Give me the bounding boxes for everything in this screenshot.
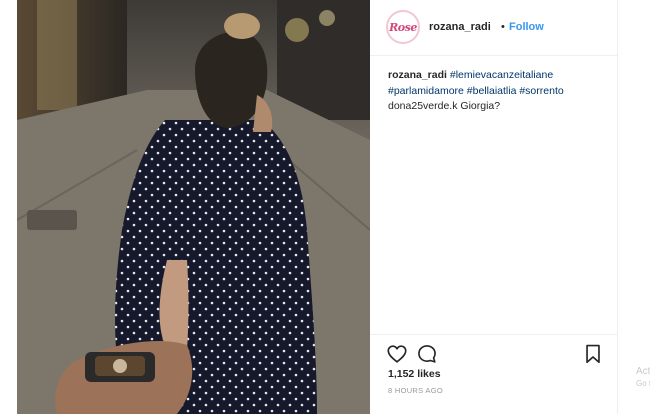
comment-text: Giorgia? [460, 100, 501, 112]
hashtag-link[interactable]: #bellaiatlia [467, 85, 517, 97]
watermark-line-2: Go t [636, 379, 650, 388]
avatar-logo-text: Rose [389, 20, 417, 34]
page-background-left [0, 0, 17, 414]
watermark-line-1: Act [636, 366, 650, 377]
bookmark-icon[interactable] [582, 343, 604, 365]
comment: dona25verde.k Giorgia? [388, 99, 608, 113]
hashtag-link[interactable]: #parlamidamore [388, 85, 464, 97]
hashtag-link[interactable]: #lemievacanzeitaliane [450, 69, 553, 81]
post-header: Rose rozana_radi • Follow [370, 0, 617, 56]
post-timestamp: 8 HOURS AGO [388, 386, 443, 395]
post-actions: 1,152 likes 8 HOURS AGO [370, 334, 617, 415]
post-photo[interactable] [17, 0, 370, 414]
header-separator: • [501, 21, 505, 33]
activation-watermark: Act Go t [636, 366, 650, 390]
header-username[interactable]: rozana_radi [429, 21, 491, 33]
avatar[interactable]: Rose [386, 10, 420, 44]
hashtag-link[interactable]: #sorrento [519, 85, 563, 97]
post-card: Rose rozana_radi • Follow rozana_radi #l… [17, 0, 618, 414]
post-sidebar: Rose rozana_radi • Follow rozana_radi #l… [370, 0, 617, 414]
comment-icon[interactable] [416, 343, 438, 365]
page-background-right [617, 0, 650, 414]
comment-username[interactable]: dona25verde.k [388, 100, 457, 112]
post-caption: rozana_radi #lemievacanzeitaliane #parla… [388, 67, 608, 99]
photo-illustration [17, 0, 370, 414]
follow-button[interactable]: Follow [509, 21, 544, 33]
caption-username[interactable]: rozana_radi [388, 69, 447, 81]
heart-icon[interactable] [386, 343, 408, 365]
likes-count[interactable]: 1,152 likes [388, 368, 441, 380]
